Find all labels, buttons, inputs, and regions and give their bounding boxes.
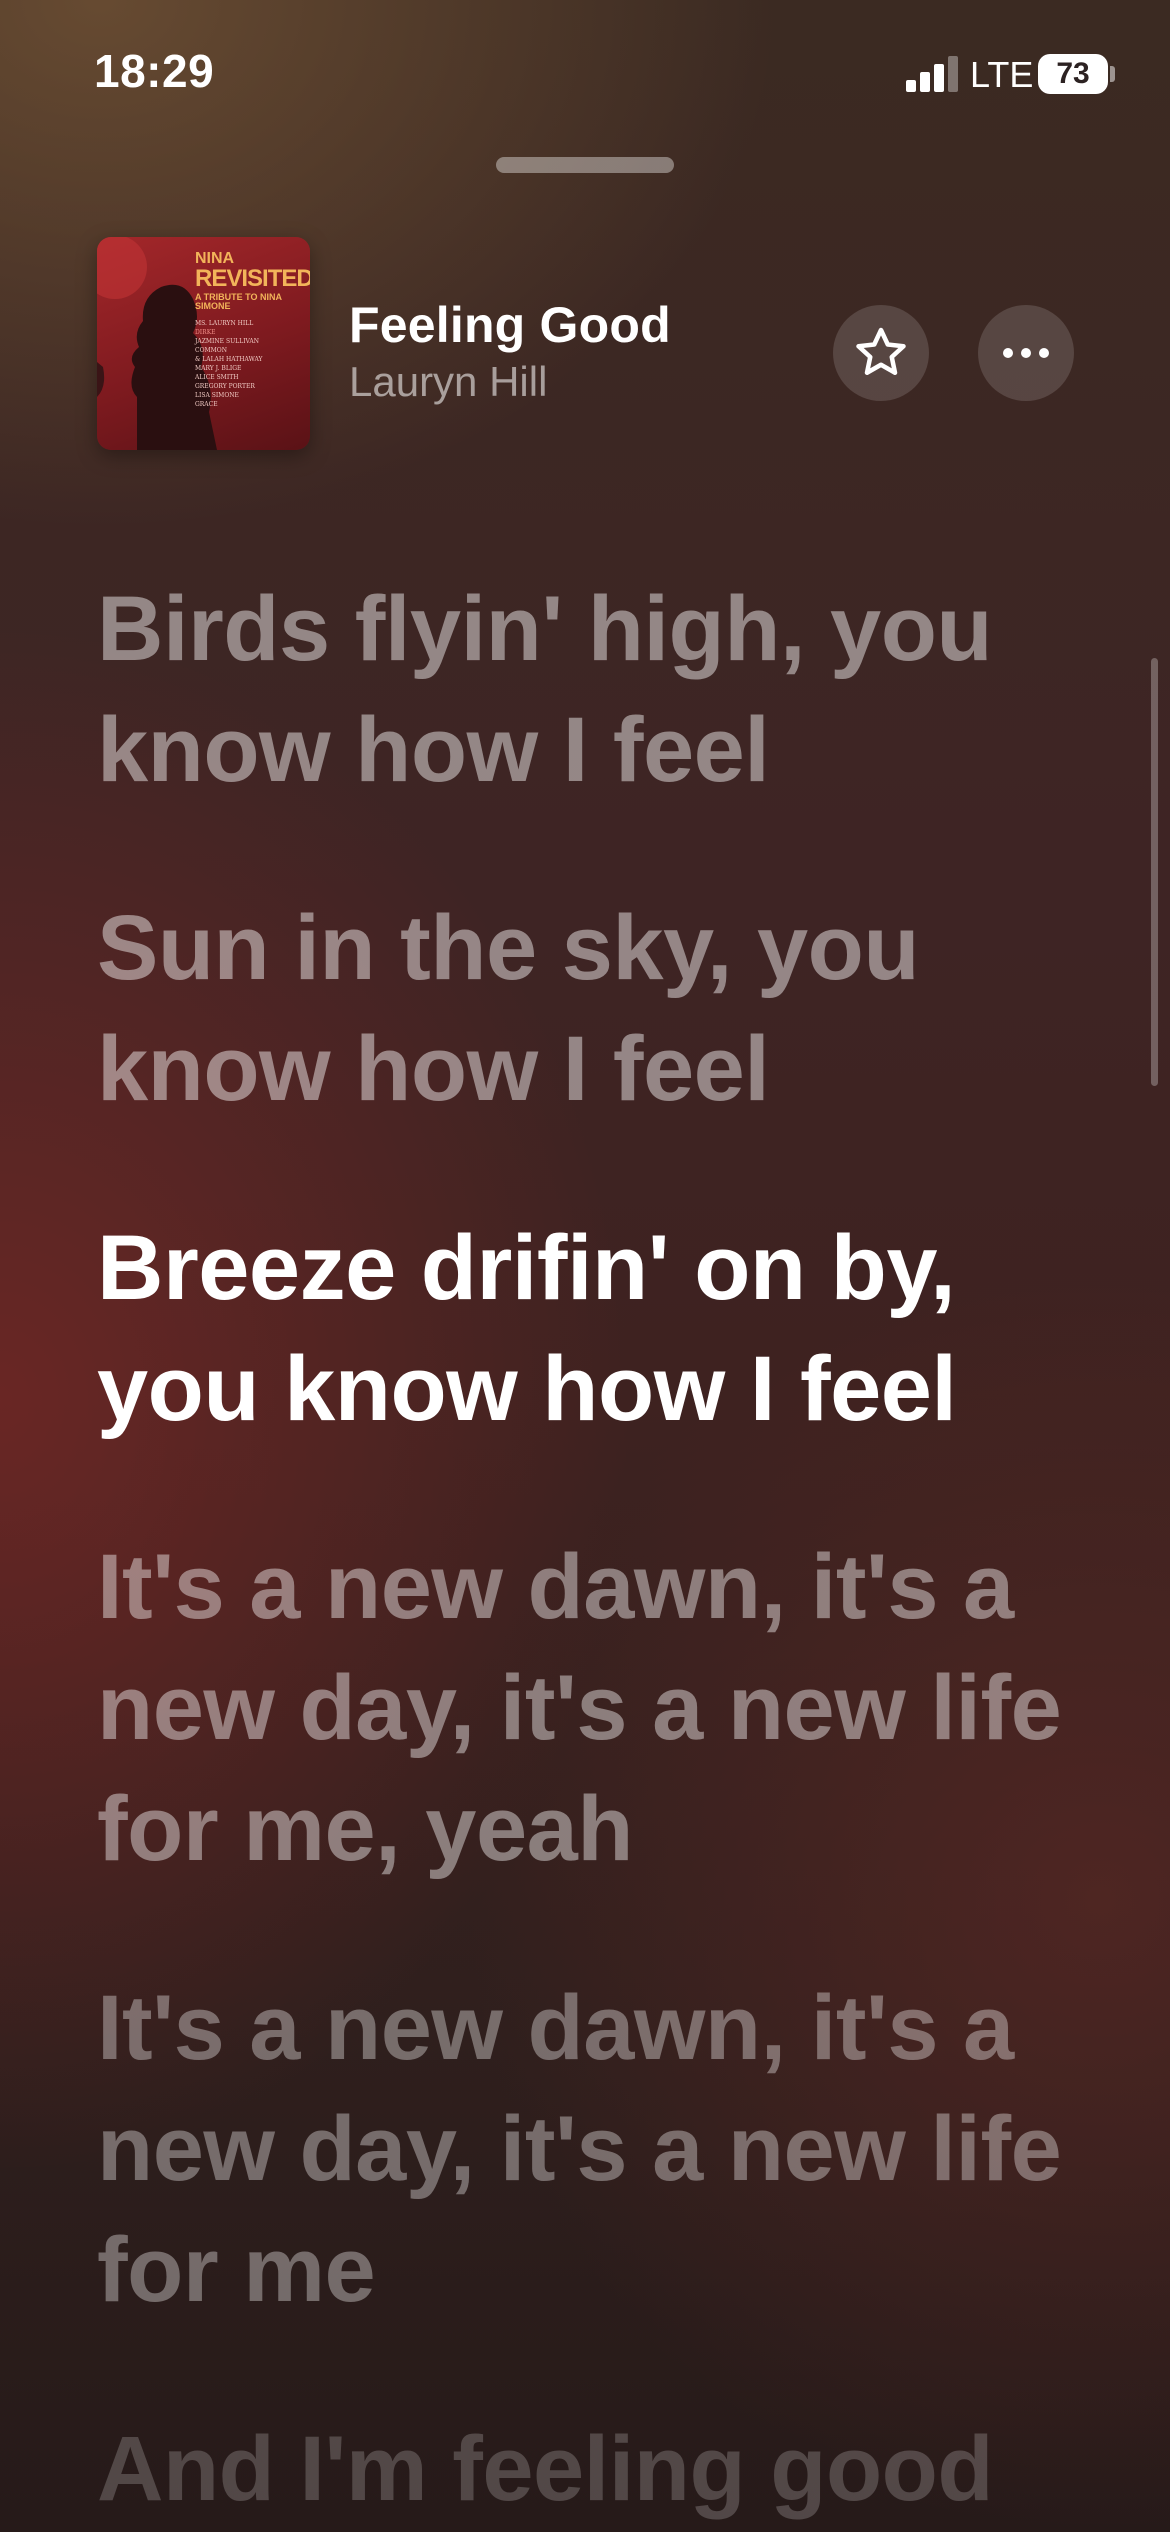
track-title[interactable]: Feeling Good (349, 296, 671, 354)
favorite-button[interactable] (833, 305, 929, 401)
artwork-credits: MS. LAURYN HILL DIRKE JAZMINE SULLIVAN C… (195, 320, 263, 408)
star-outline-icon (856, 327, 906, 375)
more-options-button[interactable] (978, 305, 1074, 401)
status-time: 18:29 (94, 45, 215, 97)
lyric-line[interactable]: It's a new dawn, it's a new day, it's a … (97, 1968, 1097, 2331)
battery-icon: 73 (1038, 54, 1108, 94)
lyrics-scroll-indicator[interactable] (1151, 658, 1158, 1086)
lyric-line-current[interactable]: Breeze drifin' on by, you know how I fee… (97, 1208, 1097, 1450)
lyric-line[interactable]: Sun in the sky, you know how I feel (97, 888, 1097, 1130)
album-artwork[interactable]: NINA REVISITED... A TRIBUTE TO NINA SIMO… (97, 237, 310, 450)
artwork-title: NINA REVISITED... A TRIBUTE TO NINA SIMO… (195, 250, 310, 311)
lyric-line[interactable]: And I'm feeling good (97, 2409, 1097, 2530)
battery-tip (1110, 66, 1115, 82)
status-bar: 18:29 LTE 73 (0, 0, 1170, 150)
battery-level: 73 (1056, 57, 1090, 90)
lyric-line[interactable]: It's a new dawn, it's a new day, it's a … (97, 1527, 1097, 1890)
network-type: LTE (970, 54, 1034, 95)
track-artist[interactable]: Lauryn Hill (349, 358, 547, 406)
ellipsis-icon (1003, 348, 1049, 358)
lyric-line[interactable]: Birds flyin' high, you know how I feel (97, 569, 1097, 811)
sheet-grabber-handle[interactable] (496, 157, 674, 173)
cellular-signal-icon (906, 56, 960, 92)
